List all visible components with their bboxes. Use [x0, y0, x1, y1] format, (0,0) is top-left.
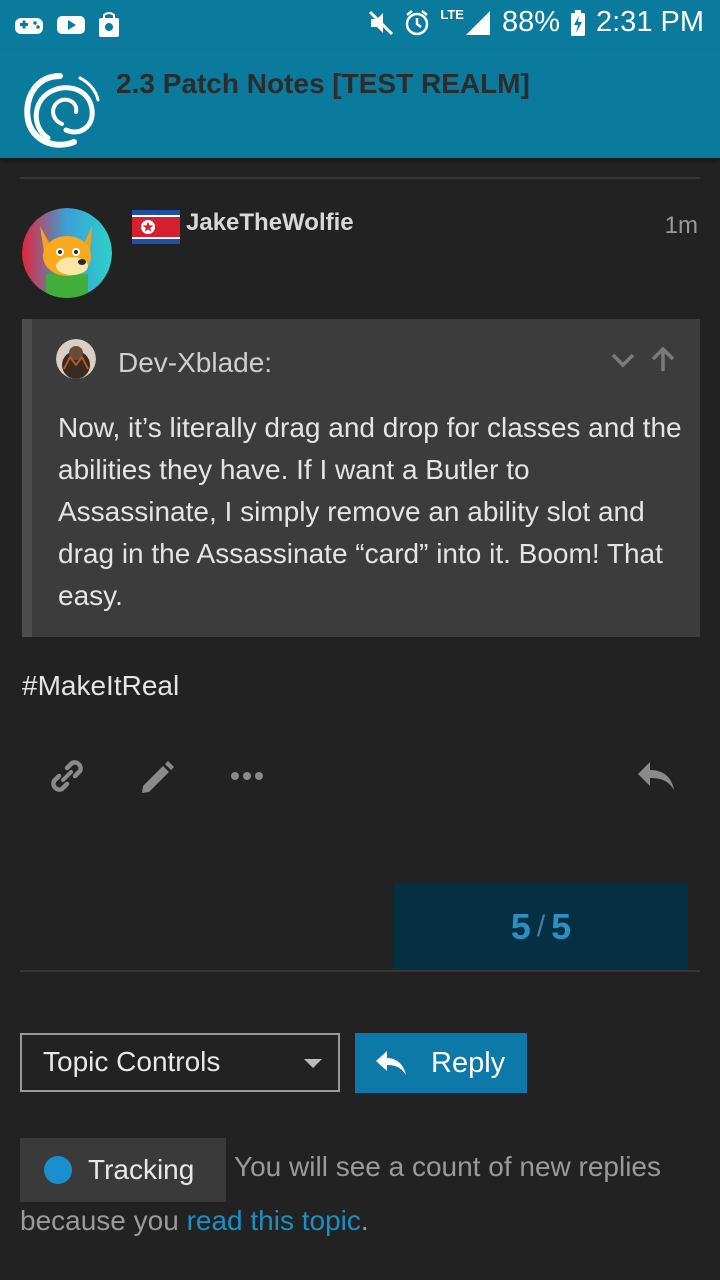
- reply-arrow-icon[interactable]: [634, 754, 678, 798]
- reply-label: Reply: [431, 1046, 506, 1079]
- divider: [20, 970, 700, 972]
- avatar[interactable]: [22, 208, 112, 298]
- tracking-desc-prefix: because you: [20, 1205, 179, 1236]
- topic-progress[interactable]: 5 / 5: [394, 884, 688, 970]
- status-bar: LTE 88% 2:31 PM: [0, 0, 720, 50]
- arrow-up-icon[interactable]: [648, 345, 678, 375]
- topic-header: 2.3 Patch Notes [TEST REALM]: [0, 50, 720, 158]
- post-time[interactable]: 1m: [665, 212, 698, 240]
- progress-total: 5: [551, 906, 572, 947]
- signal-icon: [465, 10, 490, 35]
- chevron-down-icon[interactable]: [608, 345, 638, 375]
- caret-down-icon: [304, 1059, 322, 1068]
- mute-icon: [369, 10, 394, 35]
- gamepad-icon: [15, 18, 43, 34]
- tracking-dot-icon: [44, 1156, 72, 1184]
- reply-icon: [376, 1051, 406, 1075]
- link-icon[interactable]: [45, 754, 89, 798]
- more-options-icon[interactable]: [225, 754, 269, 798]
- post-username[interactable]: JakeTheWolfie: [186, 209, 354, 237]
- tracking-description: You will see a count of new replies: [234, 1151, 661, 1182]
- reply-button[interactable]: Reply: [355, 1033, 527, 1093]
- site-logo-icon[interactable]: [18, 68, 102, 152]
- tracking-label: Tracking: [88, 1154, 195, 1185]
- clock: 2:31 PM: [596, 6, 704, 38]
- quote-avatar[interactable]: [56, 339, 96, 379]
- quote-block: Dev-Xblade: Now, it’s literally drag and…: [22, 319, 700, 637]
- post-body: #MakeItReal: [22, 670, 180, 701]
- battery-charging-icon: [571, 9, 585, 36]
- lte-label: LTE: [440, 7, 464, 22]
- tracking-period: .: [360, 1205, 369, 1236]
- progress-current: 5: [510, 906, 531, 947]
- topic-title[interactable]: 2.3 Patch Notes [TEST REALM]: [116, 68, 530, 100]
- tracking-description-line2: because you read this topic.: [20, 1205, 369, 1237]
- battery-percent: 88%: [501, 6, 560, 38]
- alarm-icon: [406, 9, 429, 35]
- read-topic-link[interactable]: read this topic: [187, 1205, 361, 1236]
- divider: [20, 177, 700, 179]
- tracking-button[interactable]: Tracking: [20, 1138, 226, 1202]
- progress-separator: /: [536, 910, 546, 943]
- edit-pencil-icon[interactable]: [135, 754, 179, 798]
- north-korea-flag-icon: [132, 210, 180, 244]
- bag-icon: [99, 12, 119, 37]
- topic-controls-dropdown[interactable]: Topic Controls: [20, 1033, 340, 1092]
- quote-author[interactable]: Dev-Xblade:: [118, 347, 272, 379]
- quote-text: Now, it’s literally drag and drop for cl…: [58, 412, 682, 611]
- youtube-icon: [57, 16, 85, 34]
- topic-controls-label: Topic Controls: [43, 1046, 221, 1077]
